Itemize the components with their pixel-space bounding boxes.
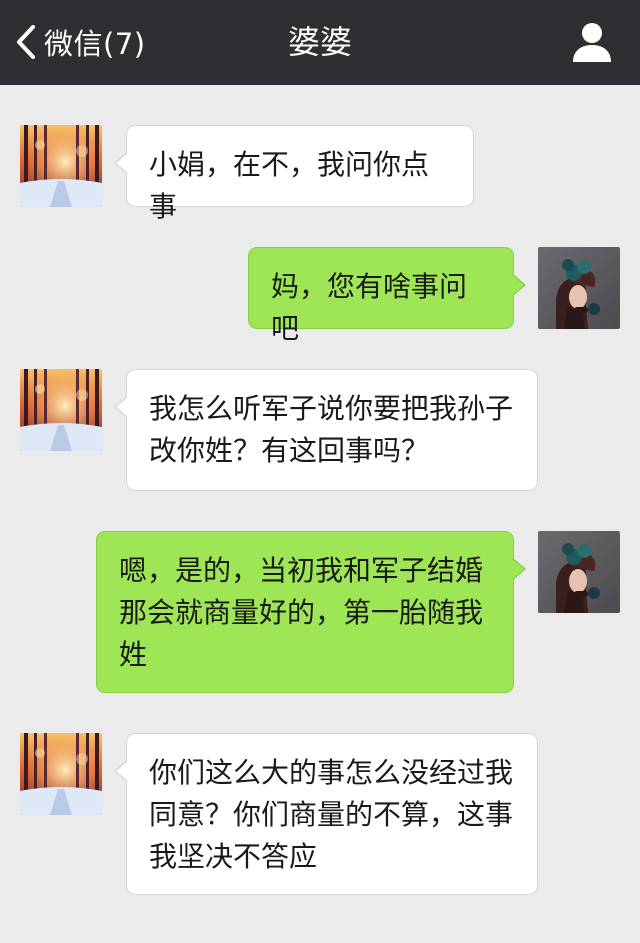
back-button[interactable]: 微信(7) [16, 18, 146, 66]
person-icon [570, 23, 614, 68]
message-text: 嗯，是的，当初我和军子结婚那会就商量好的，第一胎随我姓 [119, 554, 484, 671]
chevron-left-icon [16, 25, 36, 59]
message-bubble-incoming[interactable]: 你们这么大的事怎么没经过我同意？你们商量的不算，这事我坚决不答应 [114, 733, 538, 895]
profile-button[interactable] [570, 20, 614, 64]
message-bubble-incoming[interactable]: 我怎么听军子说你要把我孙子改你姓？有这回事吗？ [114, 369, 538, 491]
message-text: 妈，您有啥事问吧 [271, 270, 468, 345]
avatar-mother-in-law[interactable] [20, 369, 102, 451]
message-bubble-incoming[interactable]: 小娟，在不，我问你点事 [114, 125, 474, 223]
message-bubble-outgoing[interactable]: 嗯，是的，当初我和军子结婚那会就商量好的，第一胎随我姓 [96, 531, 526, 693]
message-text: 你们这么大的事怎么没经过我同意？你们商量的不算，这事我坚决不答应 [149, 756, 514, 873]
message-bubble-outgoing[interactable]: 妈，您有啥事问吧 [248, 247, 526, 345]
message-text: 小娟，在不，我问你点事 [149, 148, 430, 223]
avatar-me[interactable] [538, 247, 620, 329]
avatar-mother-in-law[interactable] [20, 733, 102, 815]
top-nav-bar: 微信(7) 婆婆 [0, 0, 640, 85]
message-text: 我怎么听军子说你要把我孙子改你姓？有这回事吗？ [149, 392, 514, 467]
back-label: 微信(7) [44, 27, 146, 61]
avatar-mother-in-law[interactable] [20, 125, 102, 207]
avatar-me[interactable] [538, 531, 620, 613]
